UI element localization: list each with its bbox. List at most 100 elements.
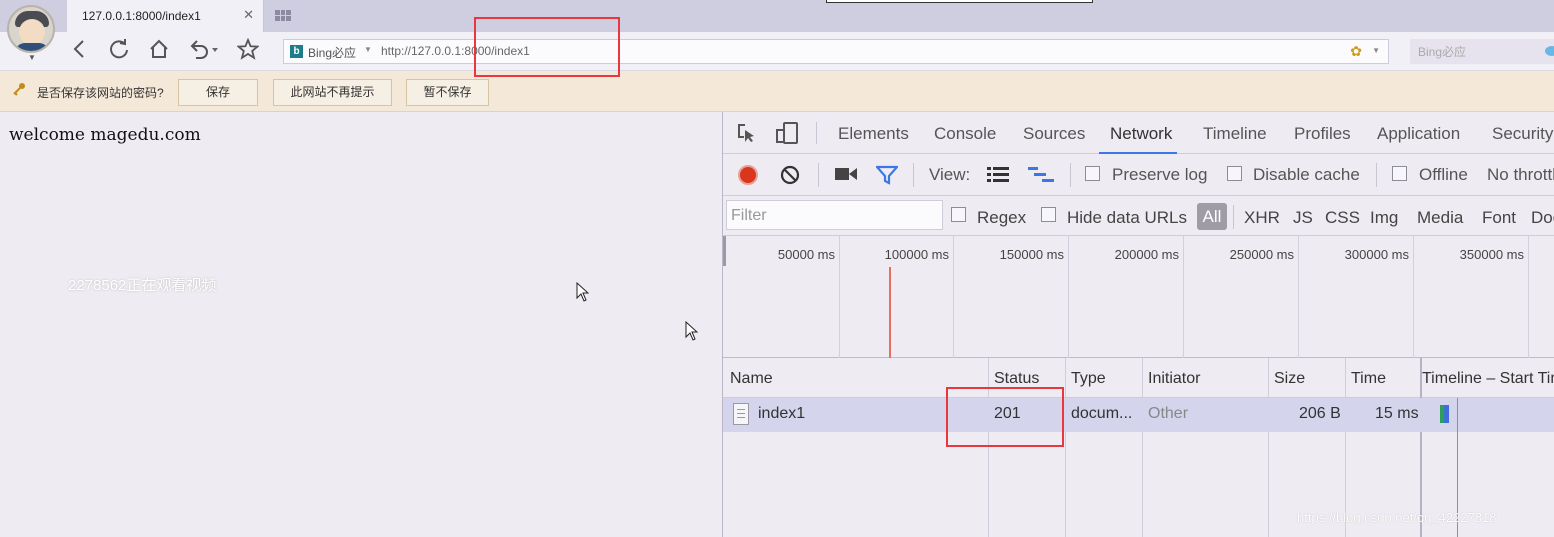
search-placeholder: Bing必应: [1418, 45, 1467, 59]
request-size: 206 B: [1299, 405, 1341, 422]
search-engine-label[interactable]: Bing必应: [308, 44, 356, 61]
overview-tick: 200000 ms: [1114, 247, 1179, 262]
clear-icon[interactable]: [780, 165, 800, 190]
separator: [818, 163, 819, 187]
not-now-button[interactable]: 暂不保存: [406, 79, 489, 106]
bee-icon[interactable]: ✿: [1350, 43, 1362, 60]
tab-network[interactable]: Network: [1110, 124, 1172, 144]
column-initiator[interactable]: Initiator: [1148, 370, 1200, 388]
network-toolbar: View: Preserve log Disable cache Offline…: [723, 154, 1554, 196]
device-mode-icon[interactable]: [775, 121, 799, 145]
disable-cache-checkbox[interactable]: [1227, 166, 1242, 181]
overview-tick: 350000 ms: [1459, 247, 1524, 262]
request-initiator: Other: [1148, 405, 1189, 422]
close-icon[interactable]: ✕: [243, 7, 254, 23]
column-divider[interactable]: [1268, 358, 1269, 537]
tab-console[interactable]: Console: [934, 124, 996, 144]
inspect-element-icon[interactable]: [737, 123, 757, 143]
overview-tick: 50000 ms: [777, 247, 835, 262]
request-time: 15 ms: [1375, 405, 1419, 422]
waterfall-view-icon[interactable]: [1028, 166, 1054, 189]
avatar[interactable]: [7, 5, 55, 53]
offline-checkbox[interactable]: [1392, 166, 1407, 181]
never-for-site-button[interactable]: 此网站不再提示: [273, 79, 392, 106]
overview-gridline: [839, 236, 840, 358]
column-divider[interactable]: [1065, 358, 1066, 537]
document-icon: [733, 403, 749, 425]
column-divider[interactable]: [988, 358, 989, 537]
overview-gridline: [1413, 236, 1414, 358]
save-password-button[interactable]: 保存: [178, 79, 258, 106]
filter-xhr[interactable]: XHR: [1244, 208, 1280, 228]
column-type[interactable]: Type: [1071, 370, 1106, 388]
back-icon[interactable]: [72, 38, 86, 66]
table-row[interactable]: index1 201 docum... Other 206 B 15 ms: [723, 398, 1554, 432]
column-name[interactable]: Name: [730, 370, 773, 388]
filter-doc[interactable]: Doc: [1531, 208, 1554, 228]
network-overview[interactable]: 50000 ms 100000 ms 150000 ms 200000 ms 2…: [723, 236, 1554, 358]
refresh-icon[interactable]: [108, 38, 130, 66]
waterfall-bar: [1440, 405, 1449, 423]
filter-css[interactable]: CSS: [1325, 208, 1360, 228]
filter-media[interactable]: Media: [1417, 208, 1463, 228]
filter-js[interactable]: JS: [1293, 208, 1313, 228]
highlight-box-status: [946, 387, 1064, 447]
tab-title: 127.0.0.1:8000/index1: [82, 9, 201, 23]
filter-icon[interactable]: [874, 165, 900, 190]
tab-grid-icon[interactable]: [275, 10, 291, 21]
filter-img[interactable]: Img: [1370, 208, 1398, 228]
tab-sources[interactable]: Sources: [1023, 124, 1085, 144]
password-save-bar: 是否保存该网站的密码? 保存 此网站不再提示 暂不保存: [0, 71, 1554, 112]
overview-handle[interactable]: [723, 236, 726, 266]
browser-tab[interactable]: 127.0.0.1:8000/index1 ✕: [67, 0, 264, 32]
chevron-down-icon[interactable]: ▼: [364, 45, 372, 54]
overview-tick: 300000 ms: [1344, 247, 1409, 262]
tab-profiles[interactable]: Profiles: [1294, 124, 1351, 144]
filter-all-button[interactable]: All: [1197, 203, 1227, 230]
tab-bar: 127.0.0.1:8000/index1 ✕: [0, 0, 1554, 32]
tab-application[interactable]: Application: [1377, 124, 1460, 144]
highlight-box-url: [474, 17, 620, 77]
video-camera-icon[interactable]: [835, 167, 857, 186]
filter-input[interactable]: Filter: [726, 200, 943, 230]
favorite-star-icon[interactable]: [236, 37, 260, 66]
preserve-log-checkbox[interactable]: [1085, 166, 1100, 181]
request-name[interactable]: index1: [758, 405, 805, 423]
overlay-box: [826, 0, 1093, 3]
welcome-text: welcome magedu.com: [9, 125, 201, 145]
page-content: welcome magedu.com 2278562正在观看视频: [0, 112, 722, 537]
preserve-log-label: Preserve log: [1112, 165, 1208, 184]
tab-elements[interactable]: Elements: [838, 124, 909, 144]
tab-timeline[interactable]: Timeline: [1203, 124, 1267, 144]
filter-font[interactable]: Font: [1482, 208, 1516, 228]
overview-tick: 100000 ms: [884, 247, 949, 262]
address-bar[interactable]: b Bing必应 ▼ http://127.0.0.1:8000/index1 …: [283, 39, 1389, 64]
requests-table-header: Name Status Type Initiator Size Time Tim…: [723, 358, 1554, 398]
column-time[interactable]: Time: [1351, 370, 1386, 388]
overview-gridline: [1183, 236, 1184, 358]
search-icon[interactable]: [1545, 46, 1554, 56]
column-status[interactable]: Status: [994, 370, 1039, 388]
hide-data-urls-checkbox[interactable]: [1041, 207, 1056, 222]
chevron-down-icon[interactable]: ▼: [28, 53, 36, 62]
view-label: View:: [929, 165, 971, 184]
record-button[interactable]: [738, 165, 758, 185]
throttling-select[interactable]: No throttling: [1487, 165, 1554, 185]
column-divider[interactable]: [1142, 358, 1143, 537]
separator: [816, 122, 817, 144]
regex-label: Regex: [977, 208, 1027, 227]
overview-gridline: [953, 236, 954, 358]
home-icon[interactable]: [148, 38, 170, 66]
devtools-panel: Elements Console Sources Network Timelin…: [722, 112, 1554, 537]
chevron-down-icon[interactable]: ▼: [1372, 46, 1380, 55]
search-input[interactable]: Bing必应: [1410, 39, 1554, 64]
column-timeline[interactable]: Timeline – Start Time: [1422, 370, 1554, 388]
undo-icon[interactable]: [188, 38, 218, 66]
column-size[interactable]: Size: [1274, 370, 1305, 388]
list-view-icon[interactable]: [987, 166, 1009, 189]
tab-security[interactable]: Security: [1492, 124, 1553, 144]
separator: [1233, 205, 1234, 229]
devtools-tab-bar: Elements Console Sources Network Timelin…: [723, 112, 1554, 154]
offline-label: Offline: [1419, 165, 1468, 184]
regex-checkbox[interactable]: [951, 207, 966, 222]
